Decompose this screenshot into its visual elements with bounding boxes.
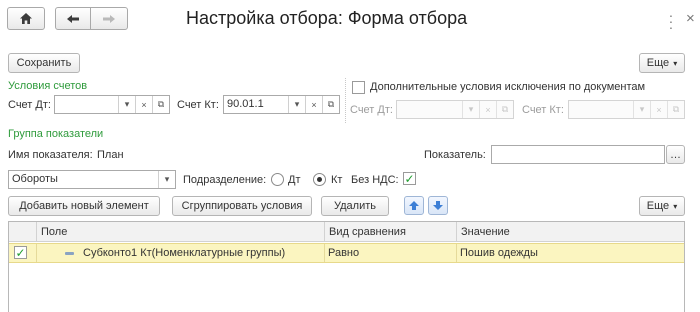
back-arrow-icon <box>67 14 79 23</box>
no-vat-checkbox[interactable]: ✓ <box>403 172 416 185</box>
more-button-label: Еще <box>646 57 670 69</box>
column-header-field[interactable]: Поле <box>36 222 324 242</box>
division-option-kt: Кт <box>331 174 343 186</box>
move-down-button[interactable] <box>428 196 448 215</box>
home-button[interactable] <box>7 7 45 30</box>
turnover-value[interactable]: Обороты <box>9 171 158 188</box>
open-icon[interactable]: ⧉ <box>152 96 169 113</box>
exclusion-credit-label: Счет Кт: <box>522 104 564 116</box>
dropdown-icon: ▾ <box>633 101 650 118</box>
indicator-group-heading: Группа показатели <box>8 128 104 140</box>
dropdown-icon: ▾ <box>462 101 479 118</box>
debit-value[interactable] <box>55 96 118 113</box>
home-icon <box>20 13 32 24</box>
row-value: Пошив одежды <box>460 247 538 259</box>
dropdown-icon[interactable]: ▾ <box>118 96 135 113</box>
close-icon[interactable]: × <box>686 10 700 28</box>
exclusion-credit-field: ▾ × ⧉ <box>568 100 685 119</box>
row-checkbox[interactable]: ✓ <box>14 246 27 259</box>
exclusion-debit-label: Счет Дт: <box>350 104 393 116</box>
move-up-icon <box>409 201 419 210</box>
more-vertical-icon[interactable]: · · · <box>665 8 677 34</box>
credit-field[interactable]: 90.01.1 ▾ × ⧉ <box>223 95 340 114</box>
forward-arrow-icon <box>103 14 115 23</box>
open-icon: ⧉ <box>496 101 513 118</box>
clear-icon: × <box>479 101 496 118</box>
exclusion-debit-field: ▾ × ⧉ <box>396 100 514 119</box>
open-icon[interactable]: ⧉ <box>322 96 339 113</box>
section-divider <box>345 78 346 123</box>
table-header: Поле Вид сравнения Значение <box>9 222 684 242</box>
table-row[interactable]: ✓ Субконто1 Кт(Номенклатурные группы) Ра… <box>9 243 684 263</box>
division-label: Подразделение: <box>183 174 267 186</box>
indicator-label: Показатель: <box>424 149 486 161</box>
credit-label: Счет Кт: <box>177 99 219 111</box>
minus-icon <box>65 252 74 255</box>
save-button[interactable]: Сохранить <box>8 53 80 73</box>
more-button-label: Еще <box>646 200 670 212</box>
indicator-value[interactable] <box>492 146 664 163</box>
dropdown-icon: ▾ <box>673 58 678 68</box>
division-option-dt: Дт <box>288 174 301 186</box>
turnover-select[interactable]: Обороты ▾ <box>8 170 176 189</box>
move-down-icon <box>433 201 443 210</box>
clear-icon: × <box>650 101 667 118</box>
dropdown-icon: ▾ <box>673 201 678 211</box>
credit-value[interactable]: 90.01.1 <box>224 96 288 113</box>
no-vat-label: Без НДС: <box>351 174 399 186</box>
row-comparison: Равно <box>328 247 360 259</box>
conditions-table: Поле Вид сравнения Значение ✓ Субконто1 … <box>8 221 685 312</box>
exclusion-checkbox[interactable] <box>352 81 365 94</box>
column-header-value[interactable]: Значение <box>456 222 684 242</box>
window-title: Настройка отбора: Форма отбора <box>186 8 468 28</box>
delete-button[interactable]: Удалить <box>321 196 389 216</box>
forward-button[interactable] <box>90 7 128 30</box>
column-header-comparison[interactable]: Вид сравнения <box>324 222 456 242</box>
checkmark-icon: ✓ <box>404 171 415 186</box>
division-radio-kt[interactable] <box>313 173 326 186</box>
accounts-heading: Условия счетов <box>8 80 88 92</box>
debit-label: Счет Дт: <box>8 99 51 111</box>
exclusion-label: Дополнительные условия исключения по док… <box>370 81 646 93</box>
indicator-select-button[interactable]: … <box>666 145 685 164</box>
group-conditions-button[interactable]: Сгруппировать условия <box>172 196 312 216</box>
add-element-button[interactable]: Добавить новый элемент <box>8 196 160 216</box>
row-field: Субконто1 Кт(Номенклатурные группы) <box>83 247 286 259</box>
debit-field[interactable]: ▾ × ⧉ <box>54 95 170 114</box>
back-button[interactable] <box>55 7 91 30</box>
clear-icon[interactable]: × <box>135 96 152 113</box>
indicator-name-value: План <box>97 149 124 161</box>
clear-icon[interactable]: × <box>305 96 322 113</box>
division-radio-dt[interactable] <box>271 173 284 186</box>
open-icon: ⧉ <box>667 101 684 118</box>
indicator-name-label: Имя показателя: <box>8 149 93 161</box>
indicator-field[interactable] <box>491 145 665 164</box>
dropdown-icon[interactable]: ▾ <box>158 171 175 188</box>
checkmark-icon: ✓ <box>15 245 26 260</box>
more-button-table[interactable]: Еще ▾ <box>639 196 685 216</box>
more-button-top[interactable]: Еще ▾ <box>639 53 685 73</box>
dropdown-icon[interactable]: ▾ <box>288 96 305 113</box>
move-up-button[interactable] <box>404 196 424 215</box>
